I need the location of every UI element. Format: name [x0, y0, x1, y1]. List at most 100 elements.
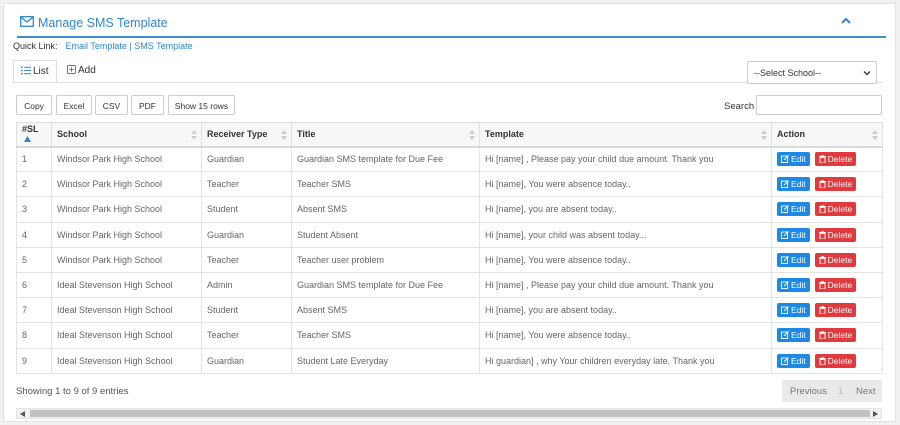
- cell-receiver: Guardian: [201, 145, 292, 173]
- quick-link-items[interactable]: Email Template | SMS Template: [66, 41, 193, 51]
- col-template[interactable]: Template: [479, 122, 772, 148]
- col-title[interactable]: Title: [291, 122, 480, 148]
- sort-icon: [191, 130, 197, 140]
- cell-action: Edit Delete: [771, 145, 883, 173]
- cell-sl: 3: [16, 196, 52, 223]
- delete-button[interactable]: Delete: [814, 328, 857, 343]
- scroll-right-arrow-icon[interactable]: [873, 411, 878, 417]
- cell-action: Edit Delete: [771, 221, 883, 248]
- trash-icon: [818, 281, 826, 290]
- table-header-row: #SL School Receiver Type Title Template …: [16, 122, 883, 148]
- cell-template: Hi [name], you are absent today..: [479, 297, 772, 324]
- cell-template: Hi [name], You were absence today..: [479, 322, 772, 349]
- col-action[interactable]: Action: [771, 122, 883, 148]
- cell-sl: 6: [16, 271, 52, 299]
- quick-link-label: Quick Link:: [13, 41, 58, 51]
- tab-list-label: List: [33, 66, 49, 77]
- table-row: 3 Windsor Park High School Student Absent S…: [16, 196, 883, 223]
- collapse-chevron-icon[interactable]: [840, 16, 852, 26]
- pagination: Previous 1 Next: [782, 380, 882, 402]
- horizontal-scrollbar[interactable]: [16, 408, 882, 419]
- delete-button[interactable]: Delete: [814, 252, 857, 267]
- csv-button[interactable]: CSV: [95, 95, 128, 115]
- cell-title: Teacher user problem: [291, 246, 480, 273]
- cell-template: Hi guardian] , why Your children everyda…: [479, 347, 772, 374]
- edit-button[interactable]: Edit: [777, 353, 810, 368]
- cell-sl: 2: [16, 171, 52, 198]
- table-row: 1 Windsor Park High School Guardian Guardia…: [16, 145, 883, 173]
- cell-school: Windsor Park High School: [51, 221, 202, 248]
- search-label: Search: [724, 101, 755, 112]
- pdf-button[interactable]: PDF: [131, 95, 164, 115]
- prev-page-button[interactable]: Previous: [790, 386, 827, 397]
- trash-icon: [818, 306, 826, 315]
- edit-button[interactable]: Edit: [777, 202, 810, 217]
- edit-button[interactable]: Edit: [777, 227, 810, 242]
- delete-button[interactable]: Delete: [814, 177, 857, 192]
- delete-button[interactable]: Delete: [814, 353, 857, 368]
- edit-button[interactable]: Edit: [777, 152, 810, 167]
- cell-template: Hi [name], your child was absent today..…: [479, 221, 772, 248]
- cell-title: Teacher SMS: [291, 322, 480, 349]
- table-row: 4 Windsor Park High School Guardian Student…: [16, 221, 883, 248]
- show-rows-button[interactable]: Show 15 rows: [168, 95, 235, 115]
- cell-title: Student Late Everyday: [291, 347, 480, 374]
- scrollbar-thumb[interactable]: [30, 410, 870, 417]
- table-row: 5 Windsor Park High School Teacher Teacher …: [16, 246, 883, 273]
- edit-button[interactable]: Edit: [777, 252, 810, 267]
- cell-title: Student Absent: [291, 221, 480, 248]
- table-body: 1 Windsor Park High School Guardian Guardia…: [16, 145, 883, 374]
- tab-list[interactable]: List: [13, 60, 57, 83]
- delete-button[interactable]: Delete: [814, 278, 857, 293]
- page-title: Manage SMS Template: [38, 16, 168, 30]
- edit-button[interactable]: Edit: [777, 328, 810, 343]
- trash-icon: [818, 331, 826, 340]
- school-select[interactable]: --Select School--: [747, 61, 877, 84]
- cell-school: Ideal Stevenson High School: [51, 322, 202, 349]
- delete-button[interactable]: Delete: [814, 227, 857, 242]
- edit-icon: [781, 180, 789, 189]
- cell-template: Hi [name], You were absence today..: [479, 246, 772, 273]
- trash-icon: [818, 230, 826, 240]
- page-number[interactable]: 1: [838, 386, 843, 397]
- delete-button[interactable]: Delete: [814, 303, 857, 318]
- cell-school: Windsor Park High School: [51, 196, 202, 223]
- cell-sl: 4: [16, 221, 52, 248]
- copy-button[interactable]: Copy: [16, 95, 52, 115]
- cell-school: Windsor Park High School: [51, 145, 202, 173]
- cell-action: Edit Delete: [771, 271, 883, 299]
- cell-sl: 9: [16, 347, 52, 374]
- edit-button[interactable]: Edit: [777, 278, 810, 293]
- cell-receiver: Teacher: [201, 171, 292, 198]
- excel-button[interactable]: Excel: [56, 95, 92, 115]
- delete-button[interactable]: Delete: [814, 152, 857, 167]
- scroll-left-arrow-icon[interactable]: [20, 411, 25, 417]
- cell-title: Guardian SMS template for Due Fee: [291, 271, 480, 299]
- cell-receiver: Student: [201, 297, 292, 324]
- cell-school: Ideal Stevenson High School: [51, 297, 202, 324]
- trash-icon: [818, 255, 826, 265]
- col-school[interactable]: School: [51, 122, 202, 148]
- cell-receiver: Guardian: [201, 221, 292, 248]
- envelope-icon: [20, 16, 34, 27]
- plus-square-icon: [67, 65, 76, 74]
- cell-receiver: Teacher: [201, 322, 292, 349]
- cell-sl: 5: [16, 246, 52, 273]
- edit-button[interactable]: Edit: [777, 303, 810, 318]
- cell-title: Absent SMS: [291, 196, 480, 223]
- col-receiver-type[interactable]: Receiver Type: [201, 122, 292, 148]
- cell-receiver: Student: [201, 196, 292, 223]
- tab-add[interactable]: Add: [60, 60, 103, 83]
- cell-template: Hi [name], you are absent today..: [479, 196, 772, 223]
- sms-template-table: #SL School Receiver Type Title Template …: [16, 122, 883, 374]
- delete-button[interactable]: Delete: [814, 202, 857, 217]
- cell-school: Ideal Stevenson High School: [51, 271, 202, 299]
- next-page-button[interactable]: Next: [856, 386, 876, 397]
- edit-button[interactable]: Edit: [777, 177, 810, 192]
- cell-action: Edit Delete: [771, 297, 883, 324]
- cell-template: Hi [name] , Please pay your child due am…: [479, 145, 772, 173]
- cell-template: Hi [name], You were absence today..: [479, 171, 772, 198]
- search-input[interactable]: [756, 95, 882, 115]
- trash-icon: [818, 356, 826, 366]
- col-sl[interactable]: #SL: [16, 122, 52, 148]
